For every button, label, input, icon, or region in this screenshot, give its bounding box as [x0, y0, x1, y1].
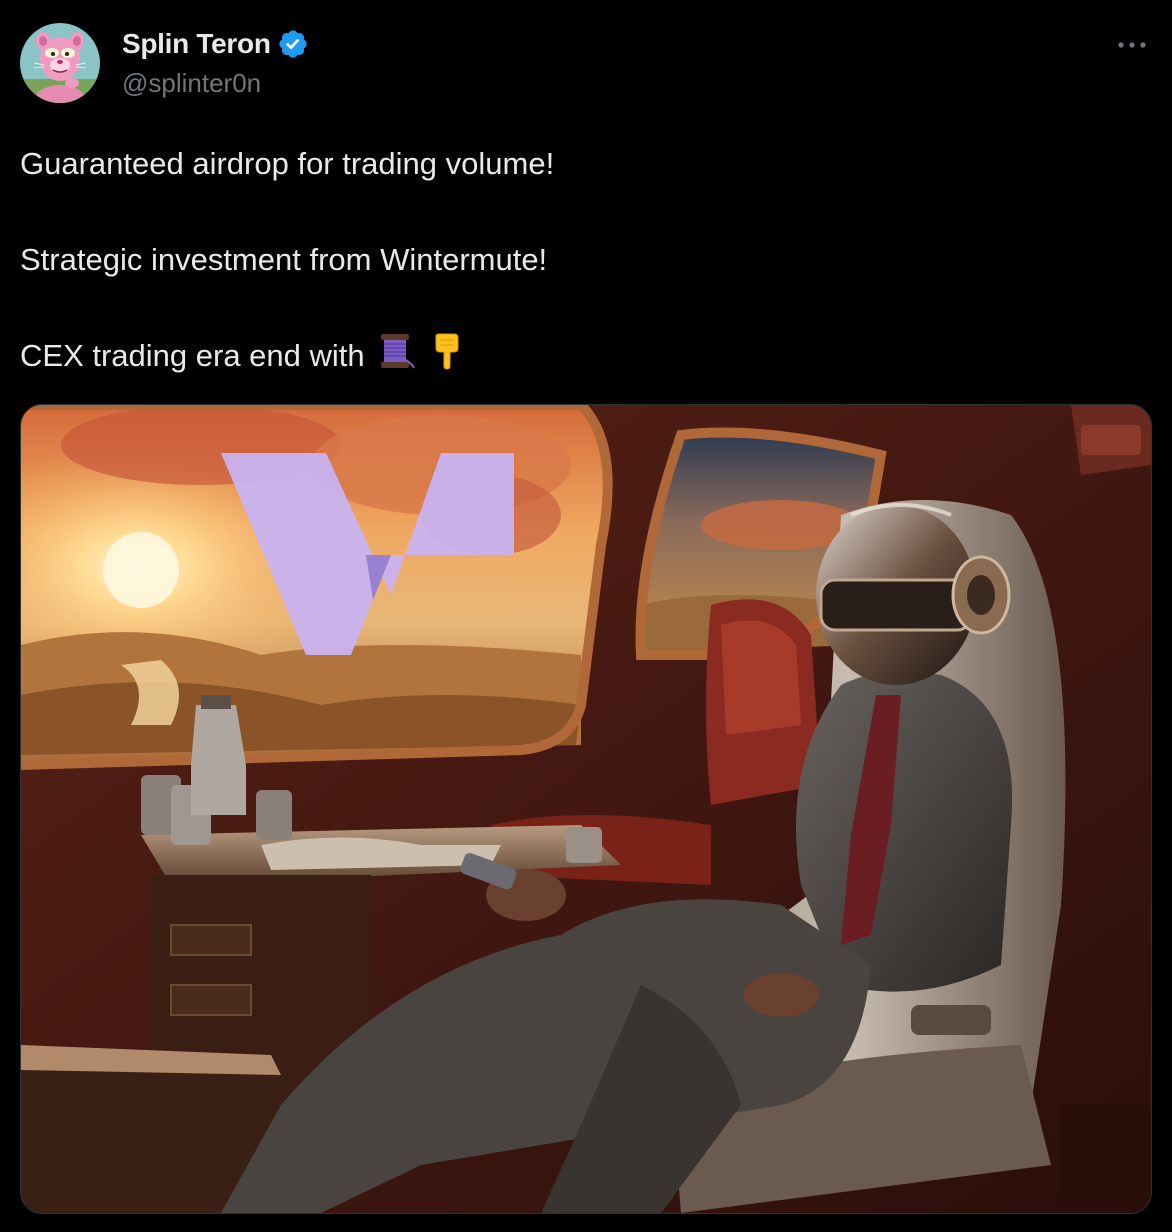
avatar[interactable] — [20, 23, 100, 103]
display-name[interactable]: Splin Teron — [122, 28, 271, 60]
tweet-text-blank-line — [20, 284, 1150, 332]
tweet-text-line-with-emoji: CEX trading era end with — [20, 332, 1150, 380]
pink-panther-avatar-icon — [20, 23, 100, 103]
tweet-media-image[interactable] — [20, 404, 1152, 1214]
tweet-text-line: Guaranteed airdrop for trading volume! — [20, 146, 555, 181]
tweet-card: Splin Teron @splinter0n Guaranteed airdr… — [0, 0, 1172, 1232]
spool-of-thread-emoji-icon — [379, 332, 416, 384]
airplane-cabin-illustration-icon — [21, 405, 1151, 1213]
author-handle[interactable]: @splinter0n — [122, 68, 261, 99]
tweet-text-line: Strategic investment from Wintermute! — [20, 242, 548, 277]
tweet-text-line: CEX trading era end with — [20, 338, 365, 374]
pointing-down-emoji-icon — [430, 332, 464, 384]
more-options-button[interactable] — [1112, 30, 1152, 60]
tweet-text-blank-line — [20, 188, 1150, 236]
verified-badge-icon[interactable] — [277, 28, 309, 60]
author-name-row: Splin Teron — [122, 27, 309, 61]
tweet-text: Guaranteed airdrop for trading volume! S… — [20, 140, 1150, 380]
more-horizontal-icon — [1118, 42, 1146, 48]
